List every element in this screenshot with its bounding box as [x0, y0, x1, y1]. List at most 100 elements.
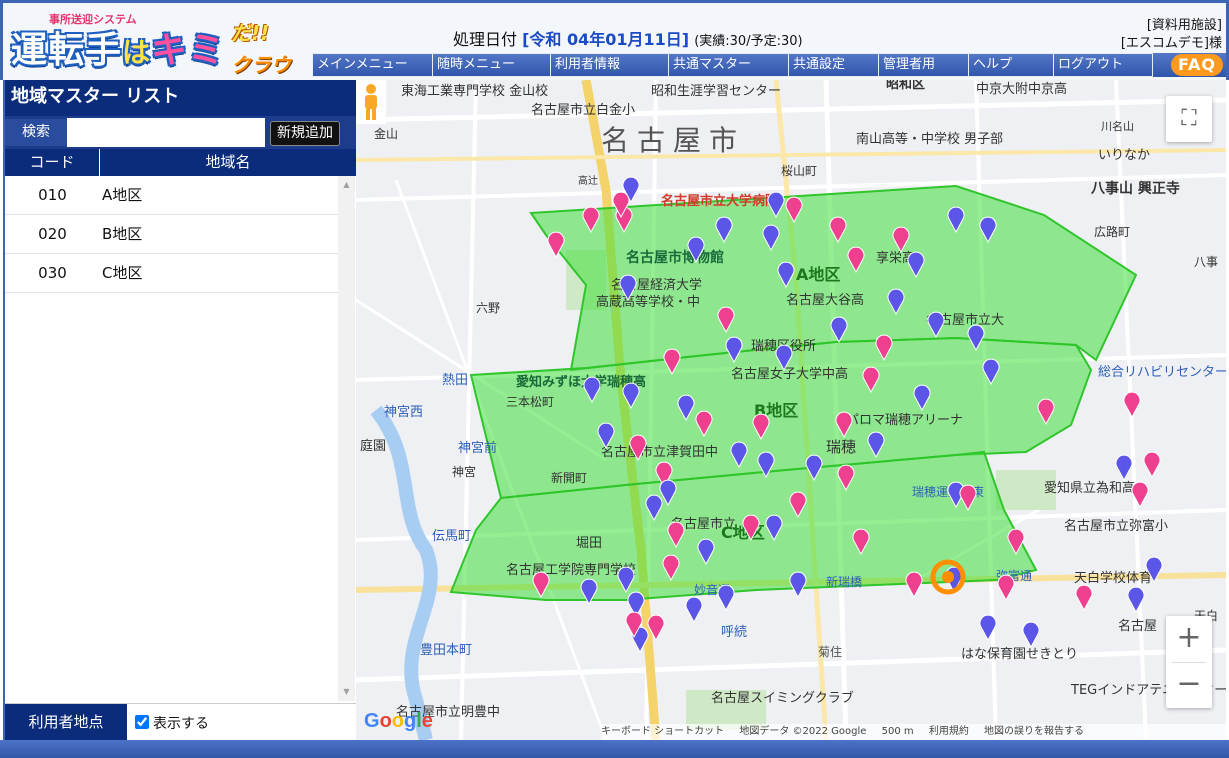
logo-title: 運転手はキミ: [11, 21, 225, 73]
show-user-points-checkbox[interactable]: [135, 715, 149, 729]
map-river: [370, 405, 438, 740]
label-museum: 名古屋市博物館: [626, 249, 724, 266]
district-a-label: A地区: [796, 265, 840, 284]
column-header-name[interactable]: 地域名: [100, 149, 356, 176]
map-canvas[interactable]: 名古屋市 名古屋市立大学病院 名古屋市博物館 名古屋経済大学 高蔵高等学校・中 …: [356, 80, 1226, 740]
label-koshoji: 八事山 興正寺: [1090, 180, 1180, 197]
street-view-pegman-icon[interactable]: [356, 80, 386, 124]
nav-logout[interactable]: ログアウト: [1053, 53, 1153, 77]
facility-name: [資料用施設]: [1146, 18, 1222, 33]
label-teien: 庭園: [360, 438, 386, 454]
label-yobitsugi: 呼続: [721, 625, 747, 640]
cell-code: 030: [38, 264, 67, 282]
label-tsukada: 名古屋市立津賀田中: [601, 444, 718, 460]
user-pin-pink[interactable]: [905, 571, 923, 599]
label-kikuzumi: 菊住: [818, 645, 842, 659]
processing-date: 処理日付 [令和 04年01月11日] (実績:30/予定:30): [453, 26, 803, 50]
label-rokuno: 六野: [476, 301, 500, 315]
zoom-in-button[interactable]: +: [1166, 616, 1212, 662]
label-tenmacho: 伝馬町: [432, 529, 471, 544]
label-takakura: 高蔵高等学校・中: [596, 294, 700, 310]
region-table-body: 010 A地区 020 B地区 030 C地区: [5, 176, 338, 701]
label-joshi: 名古屋女子大学中高: [731, 366, 848, 382]
logo-da: だ!!: [231, 21, 270, 45]
label-jingunishi: 神宮西: [384, 404, 423, 420]
processing-date-counts: (実績:30/予定:30): [694, 34, 803, 49]
processing-date-value: [令和 04年01月11日]: [522, 30, 690, 49]
nav-adhoc-menu[interactable]: 随時メニュー: [432, 53, 550, 77]
label-kawanayama: 川名山: [1101, 119, 1134, 133]
nav-admin[interactable]: 管理者用: [878, 53, 968, 77]
list-scrollbar[interactable]: ▲ ▼: [338, 176, 355, 701]
user-pin-pink[interactable]: [1123, 391, 1141, 419]
cell-name: A地区: [102, 186, 143, 204]
scale-bar[interactable]: 500 m: [882, 726, 914, 737]
faq-button[interactable]: FAQ: [1171, 54, 1223, 76]
label-toyotahonmachi: 豊田本町: [420, 643, 472, 658]
label-takatsuji: 高辻: [578, 174, 598, 187]
nav-help[interactable]: ヘルプ: [968, 53, 1053, 77]
user-pin-blue[interactable]: [1115, 454, 1133, 482]
label-sanbonmatsu: 三本松町: [506, 395, 554, 409]
label-atsuta: 熱田: [442, 373, 468, 388]
label-jingu: 神宮: [452, 464, 476, 479]
logo-title-b: は: [122, 36, 152, 69]
label-shirogane: 名古屋市立白金小: [531, 102, 635, 118]
google-logo[interactable]: Google: [364, 710, 433, 733]
facility-user: [エスコムデモ]様: [1120, 36, 1222, 51]
label-kanayama: 金山: [374, 126, 398, 141]
label-hana-hoikuen: はな保育園せきとり: [961, 646, 1078, 662]
fullscreen-button[interactable]: ⛶: [1166, 96, 1212, 142]
show-user-points-label[interactable]: 表示する: [153, 713, 209, 733]
cell-name: C地区: [102, 264, 143, 282]
keyboard-shortcuts-link[interactable]: キーボード ショートカット: [601, 726, 724, 737]
table-header: コード 地域名: [5, 149, 356, 176]
processing-date-label: 処理日付: [453, 30, 518, 49]
terms-link[interactable]: 利用規約: [929, 726, 969, 737]
scroll-down-icon[interactable]: ▼: [338, 685, 355, 699]
label-yatomi: 名古屋市立弥富小: [1064, 518, 1168, 534]
user-pin-blue[interactable]: [717, 584, 735, 612]
zoom-out-button[interactable]: −: [1166, 662, 1212, 708]
region-list-panel: 地域マスター リスト 検索 新規追加 コード 地域名 010 A地区 020 B…: [3, 80, 356, 741]
label-city: 名古屋市: [601, 124, 745, 157]
zoom-controls: + −: [1166, 616, 1212, 708]
label-shinkaicho: 新開町: [551, 470, 587, 485]
main-nav: メインメニュー 随時メニュー 利用者情報 共通マスター 共通設定 管理者用 ヘル…: [312, 53, 1226, 77]
user-pin-blue[interactable]: [1022, 621, 1040, 649]
report-error-link[interactable]: 地図の誤りを報告する: [984, 726, 1084, 737]
user-pin-blue[interactable]: [789, 571, 807, 599]
nav-common-master[interactable]: 共通マスター: [668, 53, 788, 77]
nav-common-settings[interactable]: 共通設定: [788, 53, 878, 77]
panel-title: 地域マスター リスト: [5, 80, 356, 116]
user-pin-blue[interactable]: [685, 596, 703, 624]
cell-code: 020: [38, 225, 67, 243]
label-irinaka: いりなか: [1098, 148, 1150, 163]
logo-title-c: キミ: [151, 30, 226, 71]
label-sakurayama: 桜山町: [781, 164, 817, 178]
user-pin-pink[interactable]: [1143, 451, 1161, 479]
table-row[interactable]: 030 C地区: [5, 254, 338, 293]
cell-name: B地区: [102, 225, 143, 243]
label-tamewa: 愛知県立為和高: [1044, 480, 1135, 496]
nav-main-menu[interactable]: メインメニュー: [312, 53, 432, 77]
user-pin-pink[interactable]: [997, 574, 1015, 602]
logo-title-a: 運転手: [11, 30, 123, 71]
app-logo[interactable]: 事所送迎システム 運転手はキミ だ!! クラウド: [9, 7, 309, 106]
search-row: 検索 新規追加: [5, 116, 356, 149]
label-koro: 広路町: [1094, 224, 1130, 239]
search-label: 検索: [5, 119, 67, 146]
table-row[interactable]: 010 A地区: [5, 176, 338, 215]
map-view[interactable]: 名古屋市 名古屋市立大学病院 名古屋市博物館 名古屋経済大学 高蔵高等学校・中 …: [356, 80, 1226, 740]
add-new-button[interactable]: 新規追加: [270, 121, 340, 146]
map-data-credit: 地図データ ©2022 Google: [739, 726, 867, 737]
scroll-up-icon[interactable]: ▲: [338, 178, 355, 192]
label-tenpaku: 天白学校体育: [1074, 570, 1152, 586]
table-row[interactable]: 020 B地区: [5, 215, 338, 254]
user-point-label: 利用者地点: [5, 704, 127, 741]
nav-user-info[interactable]: 利用者情報: [550, 53, 668, 77]
search-input[interactable]: [67, 118, 265, 147]
user-pin-pink[interactable]: [1075, 584, 1093, 612]
column-header-code[interactable]: コード: [5, 149, 100, 176]
label-jingumae: 神宮前: [458, 440, 497, 456]
